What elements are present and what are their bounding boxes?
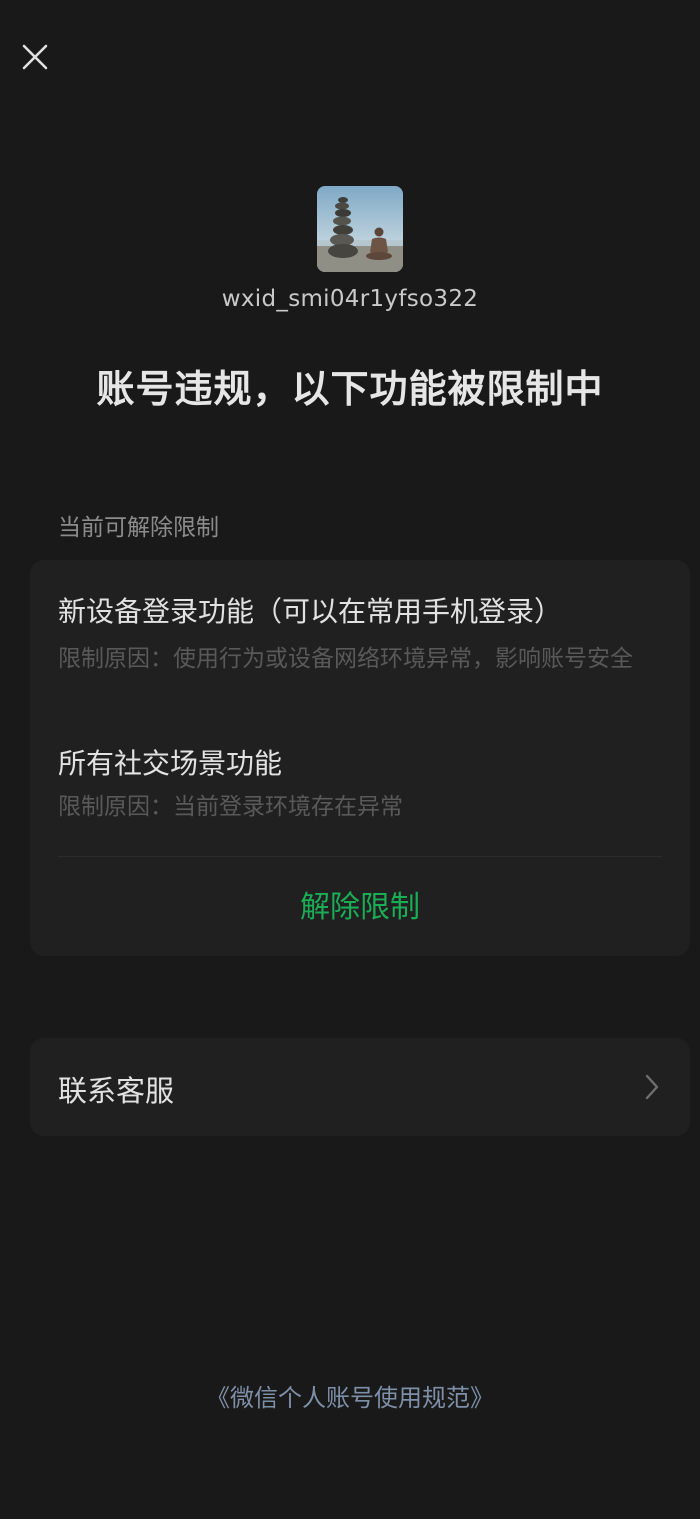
page-title: 账号违规，以下功能被限制中	[96, 367, 604, 411]
section-label: 当前可解除限制	[58, 515, 219, 541]
restrictions-card: 新设备登录功能（可以在常用手机登录） 限制原因：使用行为或设备网络环境异常，影响…	[30, 560, 690, 956]
restriction-title-social: 所有社交场景功能	[58, 747, 283, 780]
close-icon	[22, 44, 48, 70]
account-id: wxid_smi04r1yfso322	[221, 286, 479, 312]
restriction-reason-social: 限制原因：当前登录环境存在异常	[58, 794, 403, 820]
contact-support-button[interactable]: 联系客服	[30, 1038, 690, 1136]
divider	[58, 856, 662, 857]
policy-link[interactable]: 《微信个人账号使用规范》	[0, 1378, 700, 1413]
chevron-right-icon	[645, 1074, 659, 1100]
restriction-reason-login: 限制原因：使用行为或设备网络环境异常，影响账号安全	[58, 646, 633, 672]
close-button[interactable]	[14, 36, 56, 78]
contact-support-label: 联系客服	[58, 1074, 175, 1108]
avatar	[317, 186, 403, 272]
lift-restriction-button[interactable]: 解除限制	[30, 882, 690, 926]
restriction-title-login: 新设备登录功能（可以在常用手机登录）	[58, 595, 563, 628]
